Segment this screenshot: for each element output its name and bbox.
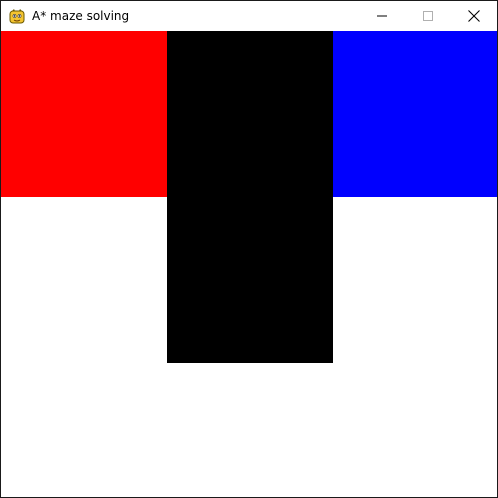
window-title: A* maze solving xyxy=(32,9,130,23)
maze-cell-wall xyxy=(167,197,333,363)
minimize-icon xyxy=(377,11,387,21)
maze-cell-start xyxy=(1,31,167,197)
app-window: A* maze solving xyxy=(0,0,498,498)
pygame-snake-icon xyxy=(9,8,25,24)
close-button[interactable] xyxy=(451,1,497,31)
close-icon xyxy=(468,10,480,22)
maze-canvas[interactable] xyxy=(1,31,497,497)
maximize-icon xyxy=(423,11,433,21)
minimize-button[interactable] xyxy=(359,1,405,31)
maze-cell-wall xyxy=(167,31,333,197)
maximize-button[interactable] xyxy=(405,1,451,31)
maze-cell-goal xyxy=(333,31,497,197)
title-bar[interactable]: A* maze solving xyxy=(1,0,497,31)
window-controls xyxy=(359,1,497,31)
